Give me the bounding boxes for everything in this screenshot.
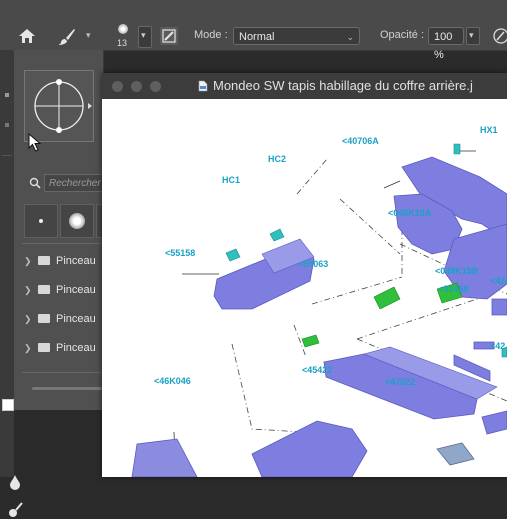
- part-number-label: HX1: [480, 125, 498, 135]
- panel-divider: [22, 243, 103, 244]
- brush-angle-icon: [34, 79, 92, 133]
- brush-tip-icon: [69, 213, 85, 229]
- mouse-cursor-icon: [28, 133, 42, 152]
- chevron-right-icon[interactable]: ❯: [24, 279, 32, 301]
- brush-folder-label: Pinceau: [56, 284, 96, 296]
- options-bar: ▾ 13 ▾ Mode : Normal ⌄ Opacité : 100 % ▾: [0, 0, 507, 61]
- folder-icon: [38, 285, 50, 294]
- document-title-bar[interactable]: Mondeo SW tapis habillage du coffre arri…: [102, 73, 507, 100]
- brush-settings-panel: Rechercher ❯ Pinceau ❯ Pinceau ❯ Pinceau ❯ Pinc…: [14, 50, 104, 410]
- brush-size-slider[interactable]: [32, 387, 102, 390]
- dodge-tool-icon[interactable]: [8, 501, 24, 519]
- close-window-button[interactable]: [112, 81, 123, 92]
- tool-handle[interactable]: [5, 93, 9, 97]
- brush-size-value: 13: [117, 38, 128, 48]
- tools-panel: [0, 50, 23, 517]
- brush-folder-item[interactable]: ❯ Pinceau: [22, 279, 104, 301]
- search-icon: [29, 177, 41, 189]
- chevron-right-icon[interactable]: ❯: [24, 250, 32, 272]
- brush-settings-icon: [162, 29, 176, 43]
- brush-search-input[interactable]: Rechercher: [44, 174, 104, 192]
- brush-tip-icon: [118, 24, 128, 34]
- part-number-label: <31458: [438, 284, 469, 294]
- mode-select[interactable]: Normal ⌄: [233, 27, 360, 45]
- mode-value: Normal: [239, 31, 275, 43]
- part-number-label: HC1: [222, 175, 241, 185]
- brush-folder-item[interactable]: ❯ Pinceau: [22, 308, 104, 330]
- chevron-right-icon[interactable]: ❯: [24, 337, 32, 359]
- brush-tip-icon: [39, 219, 43, 223]
- brush-settings-button[interactable]: [160, 27, 178, 45]
- folder-icon: [38, 256, 50, 265]
- brush-folder-label: Pinceau: [56, 342, 96, 354]
- chevron-down-icon: ▾: [141, 30, 146, 40]
- blur-tool-icon[interactable]: [8, 474, 22, 490]
- brush-tool-icon[interactable]: [58, 28, 76, 46]
- home-icon[interactable]: [18, 28, 36, 44]
- brush-angle-preview[interactable]: [24, 70, 94, 142]
- brush-tip-thumb[interactable]: [60, 204, 94, 238]
- chevron-down-icon: ⌄: [346, 32, 354, 42]
- brush-folder-label: Pinceau: [56, 313, 96, 325]
- folder-icon: [38, 343, 50, 352]
- opacity-label: Opacité :: [380, 29, 425, 41]
- folder-icon: [38, 314, 50, 323]
- brush-folder-item[interactable]: ❯ Pinceau: [22, 337, 104, 359]
- brush-folder-item[interactable]: ❯ Pinceau: [22, 250, 104, 272]
- mode-label: Mode :: [194, 29, 228, 41]
- brush-preset-picker[interactable]: 13: [106, 20, 142, 50]
- part-number-label: <048K15B: [435, 266, 479, 276]
- document-title: Mondeo SW tapis habillage du coffre arri…: [213, 78, 473, 93]
- opacity-input[interactable]: 100 %: [428, 27, 464, 61]
- brush-tip-thumb[interactable]: [24, 204, 58, 238]
- part-number-label: <048K15A: [388, 208, 432, 218]
- tool-separator: [2, 155, 12, 156]
- part-number-label: <40706A: [342, 136, 379, 146]
- part-number-label: <45422: [302, 365, 333, 375]
- document-icon: [198, 80, 208, 92]
- part-number-label: <47022: [385, 377, 416, 387]
- part-number-label: <424: [490, 276, 507, 286]
- document-canvas[interactable]: HX1 <40706A HC2 HC1 <048K15A <55158 <55063 <048…: [102, 99, 507, 477]
- part-number-label: <42: [490, 341, 506, 351]
- chevron-right-icon[interactable]: ❯: [24, 308, 32, 330]
- chevron-down-icon[interactable]: ▾: [86, 30, 91, 41]
- brush-preset-dropdown[interactable]: ▾: [138, 26, 152, 48]
- panel-divider: [22, 372, 103, 373]
- opacity-value: 100 %: [434, 31, 453, 61]
- opacity-dropdown[interactable]: ▾: [466, 27, 480, 45]
- part-number-label: HC2: [268, 154, 287, 164]
- document-window: Mondeo SW tapis habillage du coffre arri…: [102, 73, 507, 477]
- chevron-down-icon: ▾: [469, 30, 474, 40]
- minimize-window-button[interactable]: [131, 81, 142, 92]
- zoom-window-button[interactable]: [150, 81, 161, 92]
- tool-handle[interactable]: [5, 123, 9, 127]
- pressure-opacity-icon[interactable]: [492, 27, 507, 45]
- part-number-label: <46K046: [154, 376, 191, 386]
- tool-swatch[interactable]: [2, 399, 14, 411]
- part-number-label: <55063: [298, 259, 329, 269]
- part-number-label: <55158: [165, 248, 196, 258]
- brush-folder-label: Pinceau: [56, 255, 96, 267]
